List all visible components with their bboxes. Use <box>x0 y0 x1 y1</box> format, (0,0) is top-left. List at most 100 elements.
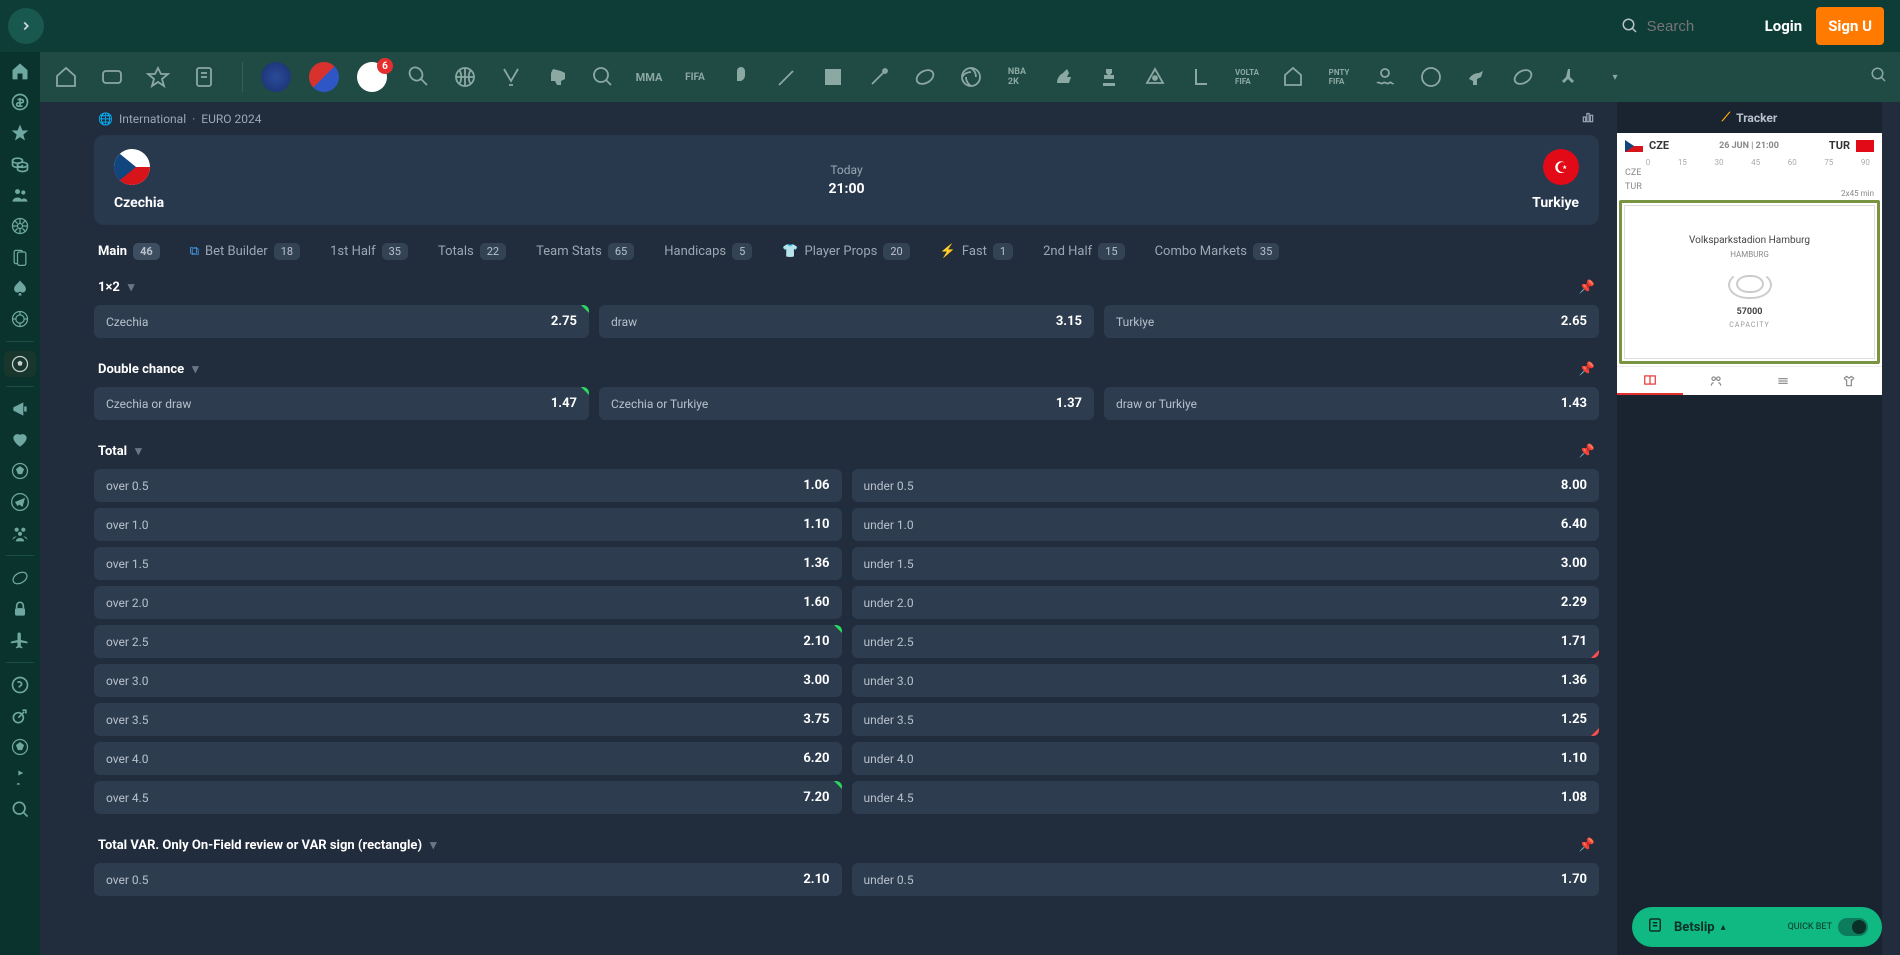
tracker-tab-lineups[interactable] <box>1683 367 1749 395</box>
strip-tabletennis-icon[interactable] <box>589 63 617 91</box>
strip-floorball-icon[interactable] <box>1279 63 1307 91</box>
bet-under[interactable]: under 1.06.40 <box>852 508 1600 541</box>
search-input[interactable] <box>1647 18 1727 35</box>
nav-more[interactable] <box>4 796 36 822</box>
strip-copa-icon[interactable] <box>309 62 339 92</box>
nav-home[interactable] <box>4 58 36 84</box>
strip-dota-icon[interactable] <box>819 63 847 91</box>
strip-fifa-icon[interactable]: FIFA <box>681 63 709 91</box>
bet-draw-or-tr[interactable]: draw or Turkiye 1.43 <box>1104 387 1599 420</box>
tab-player-props[interactable]: 👕 Player Props 20 <box>782 243 909 260</box>
nav-community[interactable] <box>4 520 36 546</box>
bet-over[interactable]: over 2.01.60 <box>94 586 842 619</box>
strip-star-icon[interactable] <box>144 63 172 91</box>
bet-cz-or-draw[interactable]: Czechia or draw 1.47 <box>94 387 589 420</box>
bet-turkiye[interactable]: Turkiye 2.65 <box>1104 305 1599 338</box>
pin-icon[interactable]: 📌 <box>1579 362 1595 377</box>
bet-under[interactable]: under 3.01.36 <box>852 664 1600 697</box>
breadcrumb-category[interactable]: International <box>119 112 186 126</box>
strip-search-icon[interactable] <box>1870 66 1888 88</box>
strip-lol-icon[interactable] <box>1187 63 1215 91</box>
bet-under[interactable]: under 0.58.00 <box>852 469 1600 502</box>
strip-voltafifa-icon[interactable]: VOLTAFIFA <box>1233 63 1261 91</box>
nav-heart[interactable] <box>4 427 36 453</box>
strip-cricket-icon[interactable] <box>865 63 893 91</box>
strip-csgo-icon[interactable] <box>543 63 571 91</box>
nav-wheel[interactable] <box>4 213 36 239</box>
nav-rugby[interactable] <box>4 565 36 591</box>
strip-euro-stars-icon[interactable] <box>261 62 291 92</box>
nav-star[interactable] <box>4 120 36 146</box>
nav-plane[interactable] <box>4 627 36 653</box>
nav-soccer-active[interactable] <box>4 351 36 377</box>
strip-boxing-icon[interactable] <box>727 63 755 91</box>
strip-amfootball-icon[interactable] <box>911 63 939 91</box>
nav-football2[interactable] <box>4 734 36 760</box>
strip-tennis-icon[interactable] <box>405 63 433 91</box>
bet-cz-or-tr[interactable]: Czechia or Turkiye 1.37 <box>599 387 1094 420</box>
nav-cards[interactable] <box>4 244 36 270</box>
bet-draw[interactable]: draw 3.15 <box>599 305 1094 338</box>
chevron-down-icon[interactable]: ▾ <box>430 838 437 853</box>
bet-over[interactable]: over 1.51.36 <box>94 547 842 580</box>
strip-badminton-icon[interactable] <box>773 63 801 91</box>
tab-team-stats[interactable]: Team Stats 65 <box>536 243 634 260</box>
pin-icon[interactable]: 📌 <box>1579 280 1595 295</box>
tracker-tab-kit[interactable] <box>1816 367 1882 395</box>
bet-over[interactable]: over 3.03.00 <box>94 664 842 697</box>
strip-chess-icon[interactable] <box>1095 63 1123 91</box>
strip-billiards-icon[interactable] <box>1141 63 1169 91</box>
nav-coins[interactable] <box>4 151 36 177</box>
expand-sidebar-button[interactable] <box>8 8 44 44</box>
strip-athletics-icon[interactable] <box>1555 63 1583 91</box>
tab-1st-half[interactable]: 1st Half 35 <box>330 243 408 260</box>
strip-waterpolo-icon[interactable] <box>1371 63 1399 91</box>
nav-target[interactable] <box>4 703 36 729</box>
login-button[interactable]: Login <box>1751 9 1817 43</box>
nav-help[interactable] <box>4 672 36 698</box>
breadcrumb-event[interactable]: EURO 2024 <box>201 112 261 126</box>
tab-handicaps[interactable]: Handicaps 5 <box>664 243 752 260</box>
strip-greyhound-icon[interactable] <box>1463 63 1491 91</box>
strip-dropdown-icon[interactable]: ▾ <box>1601 63 1629 91</box>
strip-live-icon[interactable] <box>98 63 126 91</box>
strip-basketball-icon[interactable] <box>451 63 479 91</box>
tab-2nd-half[interactable]: 2nd Half 15 <box>1043 243 1124 260</box>
bet-under[interactable]: under 2.51.71 <box>852 625 1600 658</box>
strip-hockey-icon[interactable] <box>497 63 525 91</box>
bet-czechia[interactable]: Czechia 2.75 <box>94 305 589 338</box>
tab-main[interactable]: Main 46 <box>98 243 160 260</box>
bet-under[interactable]: under 1.53.00 <box>852 547 1600 580</box>
strip-penaltyfifa-icon[interactable]: PNTYFIFA <box>1325 63 1353 91</box>
strip-volleyball-icon[interactable] <box>957 63 985 91</box>
bet-under[interactable]: under 0.51.70 <box>852 863 1600 896</box>
bet-over[interactable]: over 0.52.10 <box>94 863 842 896</box>
nav-football[interactable] <box>4 458 36 484</box>
tab-bet-builder[interactable]: ⧉ Bet Builder 18 <box>190 243 300 260</box>
strip-nba2k-icon[interactable]: NBA2K <box>1003 63 1031 91</box>
betslip-button[interactable]: Betslip ▴ QUICK BET <box>1632 907 1882 947</box>
nav-promo[interactable] <box>4 396 36 422</box>
strip-horse-icon[interactable] <box>1049 63 1077 91</box>
bet-under[interactable]: under 4.51.08 <box>852 781 1600 814</box>
nav-chips[interactable] <box>4 306 36 332</box>
strip-handball-icon[interactable] <box>1417 63 1445 91</box>
strip-rugby2-icon[interactable] <box>1509 63 1537 91</box>
bet-over[interactable]: over 3.53.75 <box>94 703 842 736</box>
bet-over[interactable]: over 2.52.10 <box>94 625 842 658</box>
tracker-tab-stats[interactable] <box>1750 367 1816 395</box>
bet-under[interactable]: under 3.51.25 <box>852 703 1600 736</box>
chevron-down-icon[interactable]: ▾ <box>135 444 142 459</box>
top-search[interactable] <box>1621 17 1727 35</box>
tab-totals[interactable]: Totals 22 <box>438 243 506 260</box>
tracker-tab-pitch[interactable] <box>1617 367 1683 395</box>
strip-home-icon[interactable] <box>52 63 80 91</box>
pin-icon[interactable]: 📌 <box>1579 444 1595 459</box>
bet-over[interactable]: over 1.01.10 <box>94 508 842 541</box>
tab-combo[interactable]: Combo Markets 35 <box>1155 243 1280 260</box>
quickbet-toggle[interactable] <box>1838 918 1868 936</box>
bet-under[interactable]: under 2.02.29 <box>852 586 1600 619</box>
nav-spades[interactable] <box>4 275 36 301</box>
signup-button[interactable]: Sign U <box>1816 7 1884 45</box>
bet-under[interactable]: under 4.01.10 <box>852 742 1600 775</box>
